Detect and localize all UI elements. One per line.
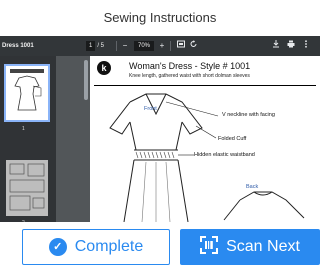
thumbnail-sidebar: 1 2: [0, 56, 56, 222]
toolbar-divider: [116, 41, 117, 51]
label-front: Front: [144, 106, 157, 112]
scan-next-button[interactable]: Scan Next: [180, 229, 320, 265]
thumbnail-drawing: [10, 69, 44, 111]
rotate-icon[interactable]: [188, 39, 200, 53]
label-folded-cuff: Folded Cuff: [218, 136, 247, 142]
document-title: Woman's Dress - Style # 1001: [129, 61, 251, 71]
label-back: Back: [246, 184, 259, 190]
zoom-out-button[interactable]: −: [119, 39, 131, 53]
check-circle-icon: ✓: [48, 238, 67, 256]
pdf-viewer: Dress 1001 1 / 5 − 70% + 1 k Woman's Dre…: [0, 36, 320, 222]
label-v-neckline: V neckline with facing: [222, 112, 275, 118]
document-subtitle: Knee length, gathered waist with short d…: [129, 73, 250, 79]
scrollbar-thumb[interactable]: [84, 60, 88, 100]
brand-logo: k: [97, 61, 111, 75]
label-hidden-waistband: Hidden elastic waistband: [194, 152, 255, 158]
thumbnail-drawing: [9, 163, 45, 211]
more-options-icon[interactable]: [300, 39, 312, 53]
scan-next-button-label: Scan Next: [226, 238, 300, 255]
thumbnail-page-1[interactable]: [4, 64, 50, 122]
file-name: Dress 1001: [2, 43, 34, 49]
print-icon[interactable]: [285, 39, 297, 53]
page-total: / 5: [97, 43, 105, 49]
pdf-toolbar: Dress 1001 1 / 5 − 70% +: [0, 36, 320, 56]
page-indicator: 1 / 5: [86, 41, 104, 51]
thumbnail-number-2: 2: [22, 220, 25, 222]
document-page: k Woman's Dress - Style # 1001 Knee leng…: [90, 56, 320, 222]
toolbar-divider: [170, 41, 171, 51]
complete-button-label: Complete: [74, 238, 144, 255]
thumbnail-number-1: 1: [22, 126, 25, 132]
fit-page-icon[interactable]: [175, 39, 187, 53]
document-header: k Woman's Dress - Style # 1001 Knee leng…: [94, 60, 316, 86]
zoom-in-button[interactable]: +: [156, 39, 168, 53]
page-number-input[interactable]: 1: [86, 41, 96, 51]
scan-icon: [200, 235, 219, 259]
app-title: Sewing Instructions: [103, 10, 217, 25]
complete-button[interactable]: ✓ Complete: [22, 229, 170, 265]
thumbnail-page-2[interactable]: [6, 160, 48, 216]
download-icon[interactable]: [270, 39, 282, 53]
zoom-level[interactable]: 70%: [134, 41, 155, 51]
